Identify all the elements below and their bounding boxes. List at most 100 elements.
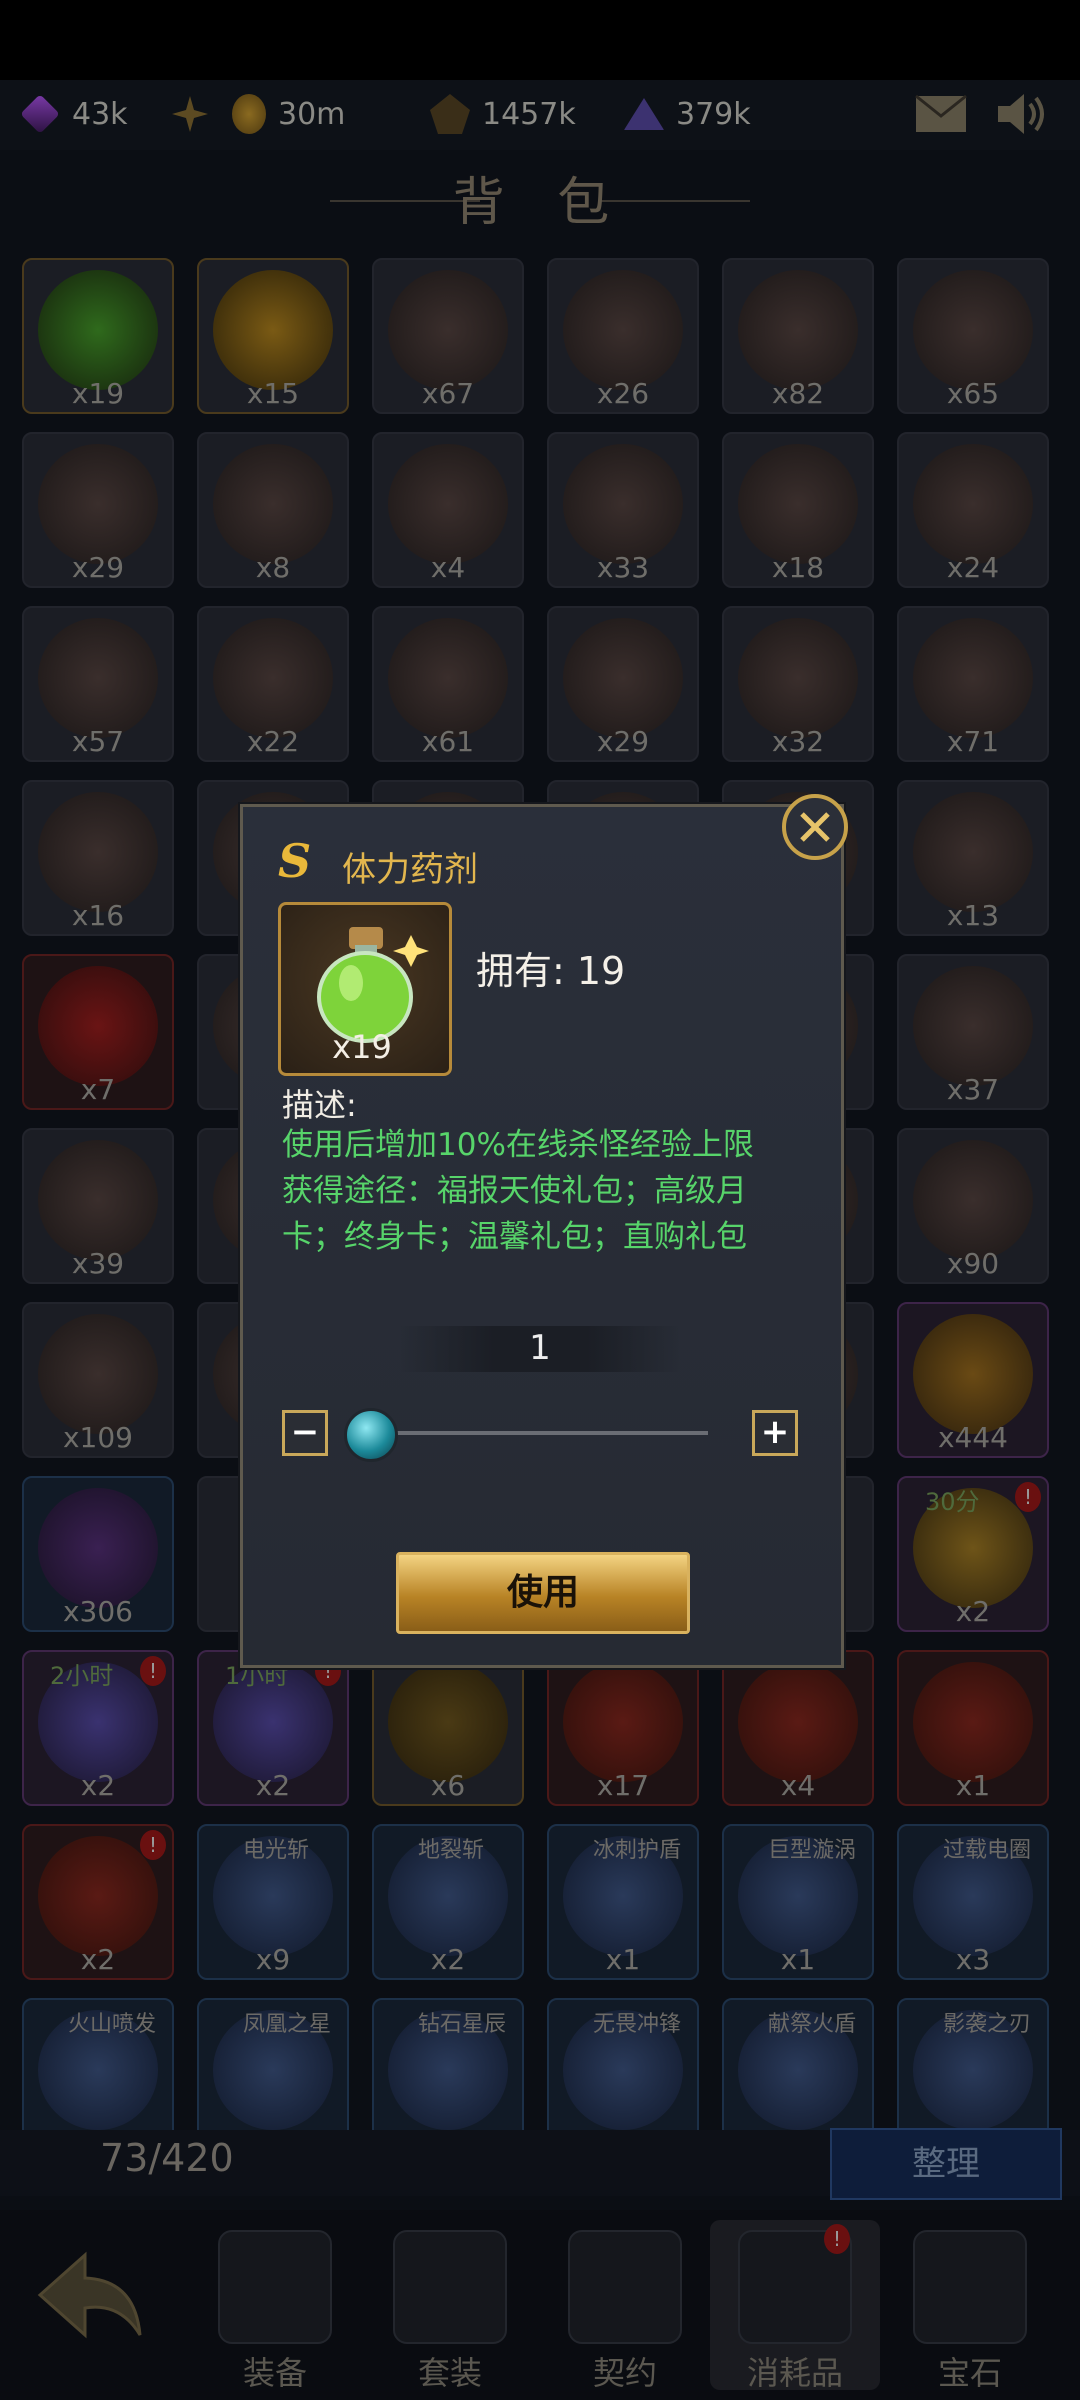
inventory-slot[interactable]: ! x2	[22, 1824, 174, 1980]
inventory-slot[interactable]: 冰刺护盾 x1	[547, 1824, 699, 1980]
inventory-slot[interactable]: x6	[372, 1650, 524, 1806]
inventory-slot[interactable]: x32	[722, 606, 874, 762]
inventory-slot[interactable]: x7	[22, 954, 174, 1110]
inventory-slot[interactable]: 1小时! x2	[197, 1650, 349, 1806]
sound-icon[interactable]	[994, 92, 1050, 136]
item-count: x3	[955, 1943, 991, 1976]
resource-exp: 1457k	[430, 92, 576, 136]
inventory-slot[interactable]: x29	[547, 606, 699, 762]
inventory-slot[interactable]: x33	[547, 432, 699, 588]
gem-icon	[20, 94, 60, 134]
item-count: x29	[71, 551, 125, 584]
hero-portrait-icon	[213, 444, 333, 564]
hero-portrait-icon	[913, 1140, 1033, 1260]
inventory-slot[interactable]: 30分! x2	[897, 1476, 1049, 1632]
resource-gold: 30m	[232, 92, 345, 136]
item-count: x57	[71, 725, 125, 758]
tab-cards[interactable]: 消耗品!	[710, 2220, 880, 2392]
inventory-slot[interactable]: x67	[372, 258, 524, 414]
inventory-slot[interactable]: x16	[22, 780, 174, 936]
skill-name: 钻石星辰	[418, 2012, 507, 2037]
inventory-slot[interactable]: 巨型漩涡 x1	[722, 1824, 874, 1980]
inventory-slot[interactable]: x61	[372, 606, 524, 762]
inventory-slot[interactable]: 2小时! x2	[22, 1650, 174, 1806]
potion-gold-icon	[213, 270, 333, 390]
inventory-slot[interactable]: x4	[372, 432, 524, 588]
inventory-slot[interactable]: x82	[722, 258, 874, 414]
tab-label: 消耗品	[746, 2354, 843, 2392]
plus-compass-icon[interactable]	[170, 92, 210, 136]
red-gem-icon	[38, 966, 158, 1086]
increase-button[interactable]: +	[752, 1410, 798, 1456]
quantity-slider-handle[interactable]	[344, 1408, 398, 1462]
item-count: x1	[955, 1769, 991, 1802]
inventory-slot[interactable]: x15	[197, 258, 349, 414]
resource-exp-value: 1457k	[482, 96, 576, 132]
item-count: x19	[71, 377, 125, 410]
item-count: x71	[946, 725, 1000, 758]
item-count: x2	[80, 1943, 116, 1976]
inventory-slot[interactable]: x90	[897, 1128, 1049, 1284]
inventory-slot[interactable]: 电光斩 x9	[197, 1824, 349, 1980]
item-count: x33	[596, 551, 650, 584]
inventory-slot[interactable]: x1	[897, 1650, 1049, 1806]
chest-icon	[738, 1662, 858, 1782]
inventory-slot[interactable]: x65	[897, 258, 1049, 414]
alert-icon: !	[140, 1656, 166, 1686]
close-button[interactable]	[782, 794, 848, 860]
item-name: 体力药剂	[342, 850, 478, 890]
hero-portrait-icon	[913, 618, 1033, 738]
mail-icon[interactable]	[914, 92, 968, 136]
inventory-slot[interactable]: x39	[22, 1128, 174, 1284]
inventory-slot[interactable]: x24	[897, 432, 1049, 588]
item-count: x26	[596, 377, 650, 410]
sort-button[interactable]: 整理	[830, 2128, 1062, 2200]
page-title: 背 包	[452, 173, 628, 233]
owned-count: 拥有: 19	[476, 949, 626, 993]
decrease-button[interactable]: −	[282, 1410, 328, 1456]
inventory-slot[interactable]: x19	[22, 258, 174, 414]
item-count: x37	[946, 1073, 1000, 1106]
description-line: 卡；终身卡；温馨礼包；直购礼包	[282, 1219, 747, 1255]
inventory-slot[interactable]: 地裂斩 x2	[372, 1824, 524, 1980]
hero-portrait-icon	[38, 1140, 158, 1260]
quantity-slider-track[interactable]	[348, 1431, 708, 1435]
inventory-slot[interactable]: 过载电圈 x3	[897, 1824, 1049, 1980]
diamond-icon	[913, 2230, 1027, 2344]
hero-portrait-icon	[563, 444, 683, 564]
inventory-slot[interactable]: x4	[722, 1650, 874, 1806]
inventory-slot[interactable]: x17	[547, 1650, 699, 1806]
quantity-value: 1	[529, 1328, 551, 1368]
inventory-slot[interactable]: x306	[22, 1476, 174, 1632]
inventory-slot[interactable]: x71	[897, 606, 1049, 762]
hero-portrait-icon	[913, 444, 1033, 564]
purple-crystal-icon	[38, 1488, 158, 1608]
tab-armor-set[interactable]: 套装	[365, 2220, 535, 2392]
resource-gems: 43k	[20, 92, 128, 136]
exp-icon	[430, 94, 470, 134]
inventory-slot[interactable]: x109	[22, 1302, 174, 1458]
tab-label: 宝石	[937, 2354, 1002, 2392]
use-button[interactable]: 使用	[396, 1552, 690, 1634]
skill-name: 地裂斩	[418, 1838, 485, 1863]
tab-diamond[interactable]: 宝石	[885, 2220, 1055, 2392]
inventory-slot[interactable]: x22	[197, 606, 349, 762]
tab-helmet[interactable]: 契约	[540, 2220, 710, 2392]
inventory-slot[interactable]: x13	[897, 780, 1049, 936]
inventory-slot[interactable]: x37	[897, 954, 1049, 1110]
inventory-slot[interactable]: x18	[722, 432, 874, 588]
inventory-slot[interactable]: x444	[897, 1302, 1049, 1458]
gold-crystal-icon	[913, 1314, 1033, 1434]
item-count: x109	[62, 1421, 133, 1454]
hero-portrait-icon	[38, 444, 158, 564]
tab-armor[interactable]: 装备	[190, 2220, 360, 2392]
tab-label: 套装	[417, 2354, 482, 2392]
inventory-slot[interactable]: x29	[22, 432, 174, 588]
inventory-slot[interactable]: x8	[197, 432, 349, 588]
back-arrow-icon[interactable]	[30, 2240, 150, 2350]
hero-portrait-icon	[563, 618, 683, 738]
inventory-slot[interactable]: x57	[22, 606, 174, 762]
item-count: x17	[596, 1769, 650, 1802]
skill-name: 电光斩	[243, 1838, 310, 1863]
inventory-slot[interactable]: x26	[547, 258, 699, 414]
